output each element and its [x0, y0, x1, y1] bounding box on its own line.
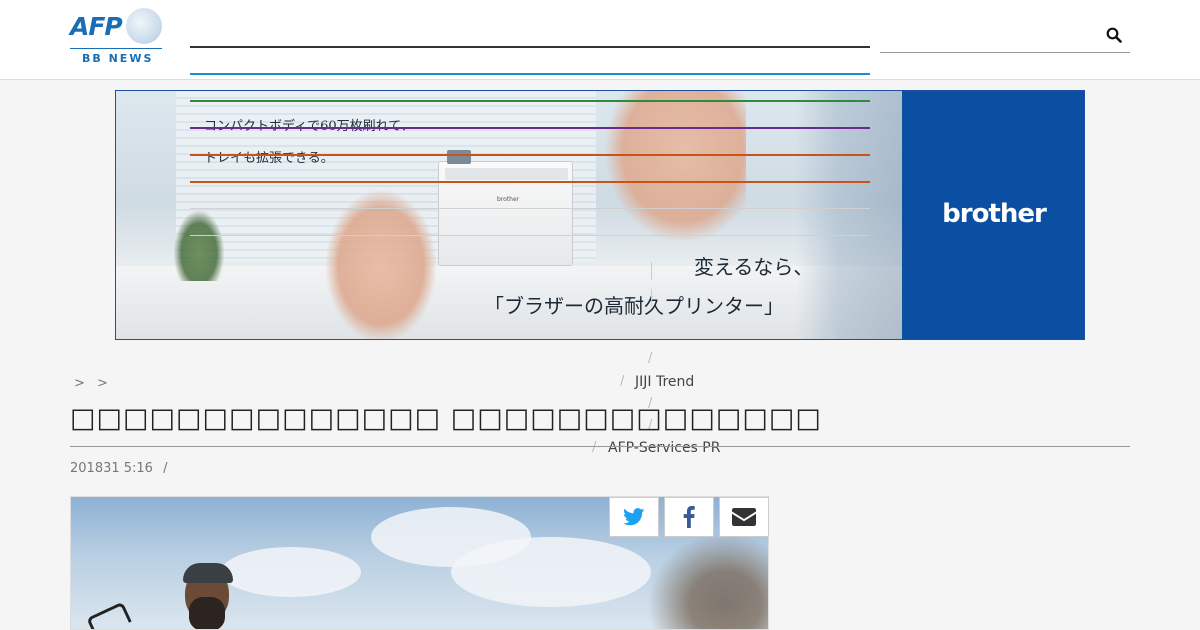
email-share-button[interactable] — [719, 497, 769, 537]
menu-bar-purple[interactable] — [190, 127, 870, 129]
breadcrumb-separator: > — [97, 376, 108, 391]
ad-plant — [174, 211, 224, 281]
meta-separator: / — [163, 461, 168, 476]
menu-bar-orange-1[interactable] — [190, 154, 870, 156]
nav-bar-secondary[interactable] — [190, 73, 870, 75]
facebook-share-button[interactable] — [664, 497, 714, 537]
search-icon[interactable] — [1106, 27, 1122, 43]
printer-top — [445, 168, 568, 180]
globe-icon — [126, 8, 162, 44]
printer-panel — [447, 150, 471, 164]
menu-separator: / — [620, 374, 625, 389]
menu-separator-line — [651, 262, 652, 280]
brother-logo: brother — [942, 199, 1047, 229]
menu-divider-2 — [190, 235, 870, 236]
tree — [641, 527, 768, 629]
title-divider — [70, 446, 1130, 447]
email-icon — [732, 508, 756, 526]
logo-divider — [70, 48, 162, 49]
menu-separator: / — [648, 351, 653, 366]
twitter-share-button[interactable] — [609, 497, 659, 537]
ad-hand-right — [606, 91, 746, 241]
menu-bar-orange-2[interactable] — [190, 181, 870, 183]
printer-brand-label: brother — [497, 196, 520, 203]
article-title: □□□□□□□□□□□□□□ □□□□□□□□□□□□□□ — [70, 403, 822, 434]
ad-brand-panel: brother — [902, 91, 1084, 339]
ad-copy-line1: コンパクトボディで60万枚刷れて、 — [204, 115, 414, 134]
logo-text: AFP — [70, 12, 123, 41]
menu-divider-1 — [190, 208, 870, 209]
menu-item-jiji-trend[interactable]: JIJI Trend — [635, 374, 694, 390]
ad-hand-left — [326, 191, 436, 339]
search-input[interactable] — [880, 20, 1100, 50]
facebook-icon — [683, 506, 695, 528]
afpbb-logo[interactable]: AFP BB NEWS — [70, 8, 162, 65]
printer-image: brother — [438, 150, 573, 266]
nav-bar-primary[interactable] — [190, 46, 870, 48]
cloud — [451, 537, 651, 607]
search-box — [880, 20, 1130, 53]
menu-bar-green[interactable] — [190, 100, 870, 102]
article-meta: 201831 5:16 / — [70, 461, 167, 476]
person-beard — [189, 597, 225, 629]
article-date: 201831 5:16 — [70, 461, 153, 476]
breadcrumb-separator: > — [74, 376, 85, 391]
breadcrumb: > > — [74, 376, 116, 391]
menu-item-afp-services-pr[interactable]: AFP-Services PR — [608, 440, 720, 456]
menu-separator-line — [651, 289, 652, 307]
person-cap — [183, 563, 233, 583]
ad-headline-line2: 「ブラザーの高耐久プリンター」 — [484, 294, 784, 318]
logo-subtitle: BB NEWS — [82, 52, 154, 65]
twitter-icon — [623, 508, 645, 526]
ad-headline-line1: 変えるなら、 — [694, 255, 814, 279]
bike-handlebar — [86, 601, 132, 629]
menu-separator: / — [592, 440, 597, 455]
cloud — [221, 547, 361, 597]
ad-copy-line2: トレイも拡張できる。 — [204, 151, 334, 166]
site-header: AFP BB NEWS — [0, 0, 1200, 80]
